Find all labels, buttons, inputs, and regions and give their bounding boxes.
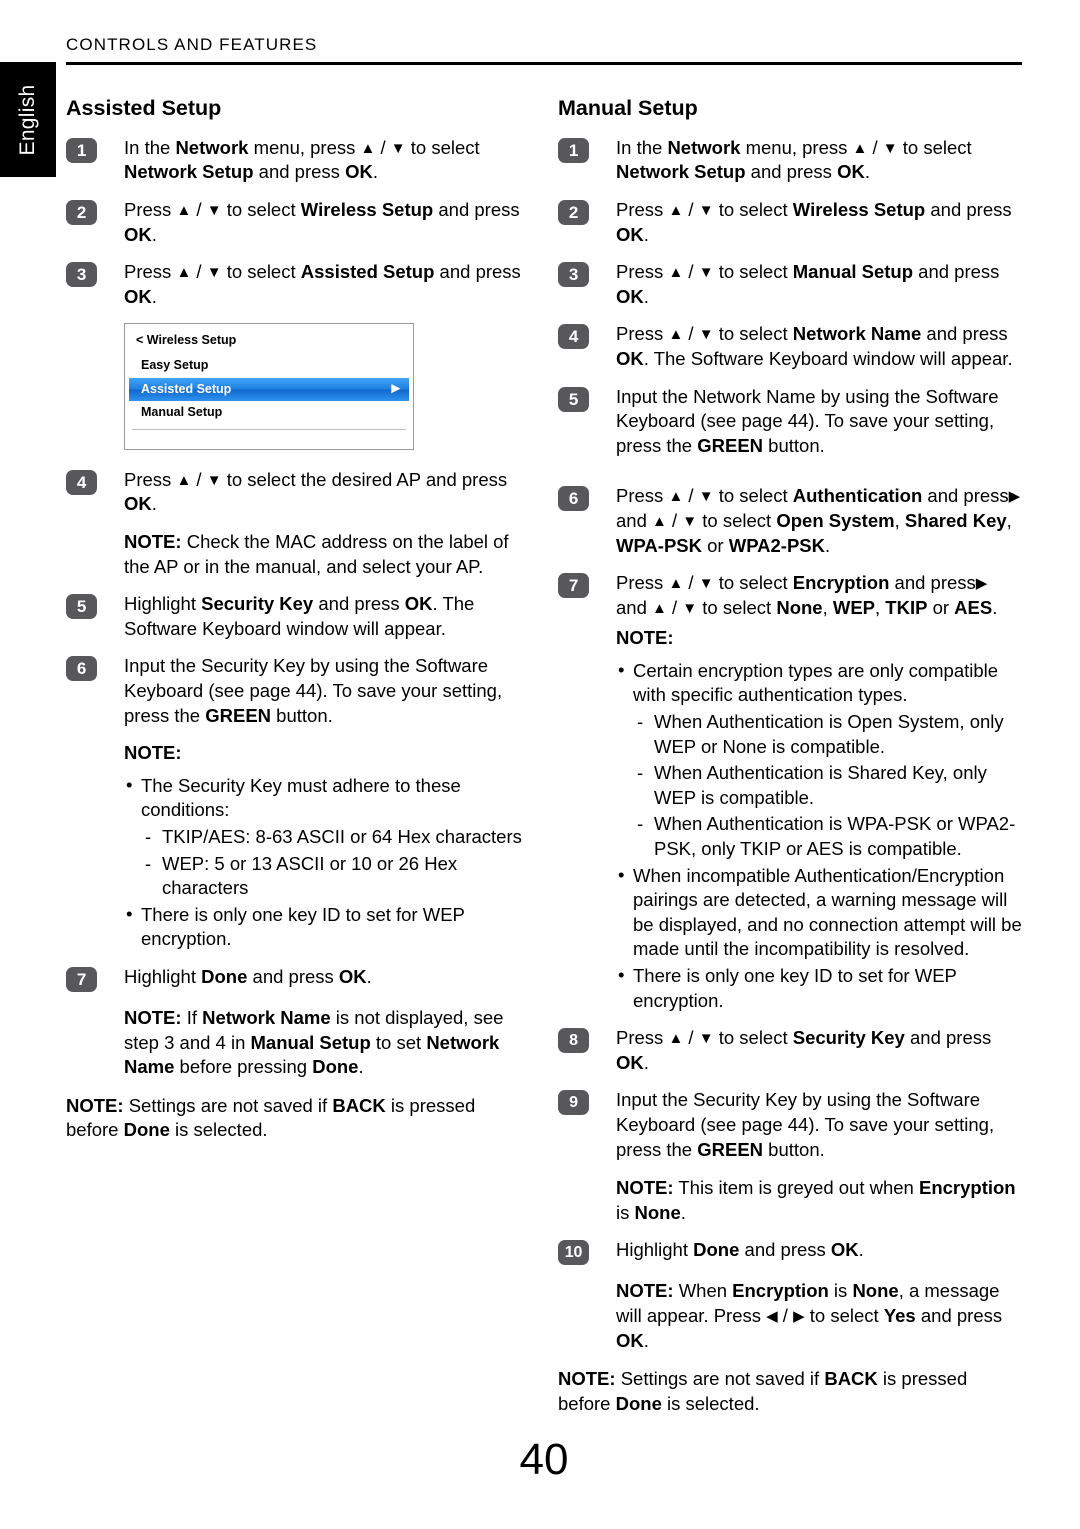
- step-text: Press ▲ / ▼ to select Network Name and p…: [616, 323, 1013, 369]
- step-badge: 4: [66, 469, 97, 495]
- list-item: There is only one key ID to set for WEP …: [124, 902, 530, 952]
- list-item: When Authentication is WPA-PSK or WPA2-P…: [633, 812, 1022, 861]
- note-label: NOTE:: [124, 742, 182, 764]
- list-item: TKIP/AES: 8-63 ASCII or 64 Hex character…: [141, 825, 530, 850]
- language-tab-label: English: [16, 84, 39, 155]
- list-item: When Authentication is Shared Key, only …: [633, 761, 1022, 810]
- osd-footer-area: [125, 430, 413, 449]
- note-greyed-out: NOTE: This item is greyed out when Encry…: [616, 1177, 1016, 1223]
- list-item: The Security Key must adhere to these co…: [124, 773, 530, 823]
- note-encryption-block: NOTE: Certain encryption types are only …: [616, 626, 1022, 1013]
- language-tab: English: [0, 62, 56, 177]
- step-badge: 6: [66, 656, 97, 682]
- chevron-right-icon: ▶: [391, 382, 400, 395]
- step-text: Press ▲ / ▼ to select Authentication and…: [616, 485, 1021, 556]
- osd-item-label: Assisted Setup: [141, 381, 232, 396]
- note-back-not-saved: NOTE: Settings are not saved if BACK is …: [558, 1368, 968, 1414]
- step-item: 10 Highlight Done and press OK.: [558, 1238, 1022, 1266]
- step-item: 5 Highlight Security Key and press OK. T…: [66, 592, 530, 641]
- step-text: Press ▲ / ▼ to select Manual Setup and p…: [616, 261, 1000, 307]
- step-text: Input the Security Key by using the Soft…: [124, 655, 503, 726]
- step-item: 6 Input the Security Key by using the So…: [66, 654, 530, 728]
- section-title-assisted-setup: Assisted Setup: [66, 96, 222, 120]
- step-badge: 4: [558, 324, 589, 350]
- running-head: CONTROLS AND FEATURES: [66, 35, 318, 54]
- step-text: Input the Security Key by using the Soft…: [616, 1089, 995, 1160]
- step-badge: 5: [558, 386, 589, 412]
- step-badge: 1: [66, 137, 97, 163]
- step-badge: 8: [558, 1028, 589, 1054]
- note-security-key-block: NOTE: The Security Key must adhere to th…: [124, 741, 530, 952]
- note-bullet-list-2: There is only one key ID to set for WEP …: [124, 902, 530, 952]
- step-text: Input the Network Name by using the Soft…: [616, 385, 999, 456]
- step-item: 8 Press ▲ / ▼ to select Security Key and…: [558, 1026, 1022, 1075]
- osd-menu-figure: < Wireless Setup Easy Setup Assisted Set…: [124, 323, 414, 450]
- page-number: 40: [519, 1435, 569, 1484]
- step-badge: 3: [66, 262, 97, 288]
- step-text: In the Network menu, press ▲ / ▼ to sele…: [616, 136, 972, 183]
- list-item: WEP: 5 or 13 ASCII or 10 or 26 Hex chara…: [141, 852, 530, 901]
- step-item: 9 Input the Security Key by using the So…: [558, 1088, 1022, 1162]
- step-badge: 6: [558, 486, 589, 512]
- step-item: 6 Press ▲ / ▼ to select Authentication a…: [558, 484, 1022, 558]
- osd-item-manual-setup[interactable]: Manual Setup: [125, 401, 413, 425]
- step-item: 3 Press ▲ / ▼ to select Assisted Setup a…: [66, 260, 530, 309]
- step-text: Press ▲ / ▼ to select Encryption and pre…: [616, 572, 998, 618]
- step-item: 4 Press ▲ / ▼ to select Network Name and…: [558, 322, 1022, 371]
- step-text: Highlight Done and press OK.: [124, 965, 372, 987]
- right-column: Manual Setup 1 In the Network menu, pres…: [558, 96, 1022, 1429]
- note-mac-address: NOTE: Check the MAC address on the label…: [124, 531, 509, 577]
- step-text: Press ▲ / ▼ to select the desired AP and…: [124, 468, 508, 515]
- note-label: NOTE:: [616, 627, 674, 649]
- step-text: Press ▲ / ▼ to select Assisted Setup and…: [124, 261, 521, 307]
- step-text: Press ▲ / ▼ to select Wireless Setup and…: [124, 198, 520, 245]
- step-text: Highlight Done and press OK.: [616, 1239, 864, 1261]
- osd-item-easy-setup[interactable]: Easy Setup: [125, 354, 413, 378]
- page-content: CONTROLS AND FEATURES Assisted Setup 1 I…: [66, 0, 1022, 1529]
- note-none-message: NOTE: When Encryption is None, a message…: [616, 1280, 1003, 1351]
- step-badge: 7: [66, 966, 97, 992]
- step-badge: 7: [558, 573, 589, 599]
- step-item: 5 Input the Network Name by using the So…: [558, 385, 1022, 459]
- note-dash-list: When Authentication is Open System, only…: [633, 710, 1022, 862]
- section-title-manual-setup: Manual Setup: [558, 96, 698, 120]
- note-dash-list: TKIP/AES: 8-63 ASCII or 64 Hex character…: [141, 825, 530, 901]
- step-item: 7 Press ▲ / ▼ to select Encryption and p…: [558, 571, 1022, 620]
- step-item: 2 Press ▲ / ▼ to select Wireless Setup a…: [558, 198, 1022, 247]
- step-badge: 9: [558, 1090, 589, 1116]
- left-column: Assisted Setup 1 In the Network menu, pr…: [66, 96, 530, 1429]
- header-divider: [66, 62, 1022, 65]
- note-bullet-list: The Security Key must adhere to these co…: [124, 773, 530, 823]
- step-item: 4 Press ▲ / ▼ to select the desired AP a…: [66, 468, 530, 517]
- step-text: Press ▲ / ▼ to select Wireless Setup and…: [616, 198, 1012, 245]
- note-bullet-list-2: When incompatible Authentication/Encrypt…: [616, 863, 1022, 1014]
- list-item: There is only one key ID to set for WEP …: [616, 963, 1022, 1013]
- two-column-body: Assisted Setup 1 In the Network menu, pr…: [66, 96, 1022, 1429]
- osd-item-assisted-setup[interactable]: Assisted Setup ▶: [129, 377, 409, 402]
- note-back-not-saved: NOTE: Settings are not saved if BACK is …: [66, 1094, 476, 1141]
- step-badge: 3: [558, 262, 589, 288]
- step-badge: 10: [558, 1240, 589, 1266]
- step-item: 1 In the Network menu, press ▲ / ▼ to se…: [66, 136, 530, 185]
- list-item: Certain encryption types are only compat…: [616, 658, 1022, 708]
- step-badge: 2: [558, 199, 589, 225]
- note-bullet-list: Certain encryption types are only compat…: [616, 658, 1022, 708]
- step-item: 3 Press ▲ / ▼ to select Manual Setup and…: [558, 260, 1022, 309]
- step-text: Highlight Security Key and press OK. The…: [124, 593, 475, 639]
- step-item: 1 In the Network menu, press ▲ / ▼ to se…: [558, 136, 1022, 185]
- list-item: When incompatible Authentication/Encrypt…: [616, 863, 1022, 962]
- list-item: When Authentication is Open System, only…: [633, 710, 1022, 759]
- note-network-name: NOTE: If Network Name is not displayed, …: [124, 1006, 504, 1078]
- step-item: 7 Highlight Done and press OK.: [66, 965, 530, 992]
- step-badge: 1: [558, 137, 589, 163]
- step-badge: 5: [66, 594, 97, 620]
- step-text: Press ▲ / ▼ to select Security Key and p…: [616, 1027, 992, 1073]
- step-item: 2 Press ▲ / ▼ to select Wireless Setup a…: [66, 198, 530, 247]
- step-text: In the Network menu, press ▲ / ▼ to sele…: [124, 136, 480, 183]
- step-badge: 2: [66, 199, 97, 225]
- osd-breadcrumb: < Wireless Setup: [136, 333, 237, 348]
